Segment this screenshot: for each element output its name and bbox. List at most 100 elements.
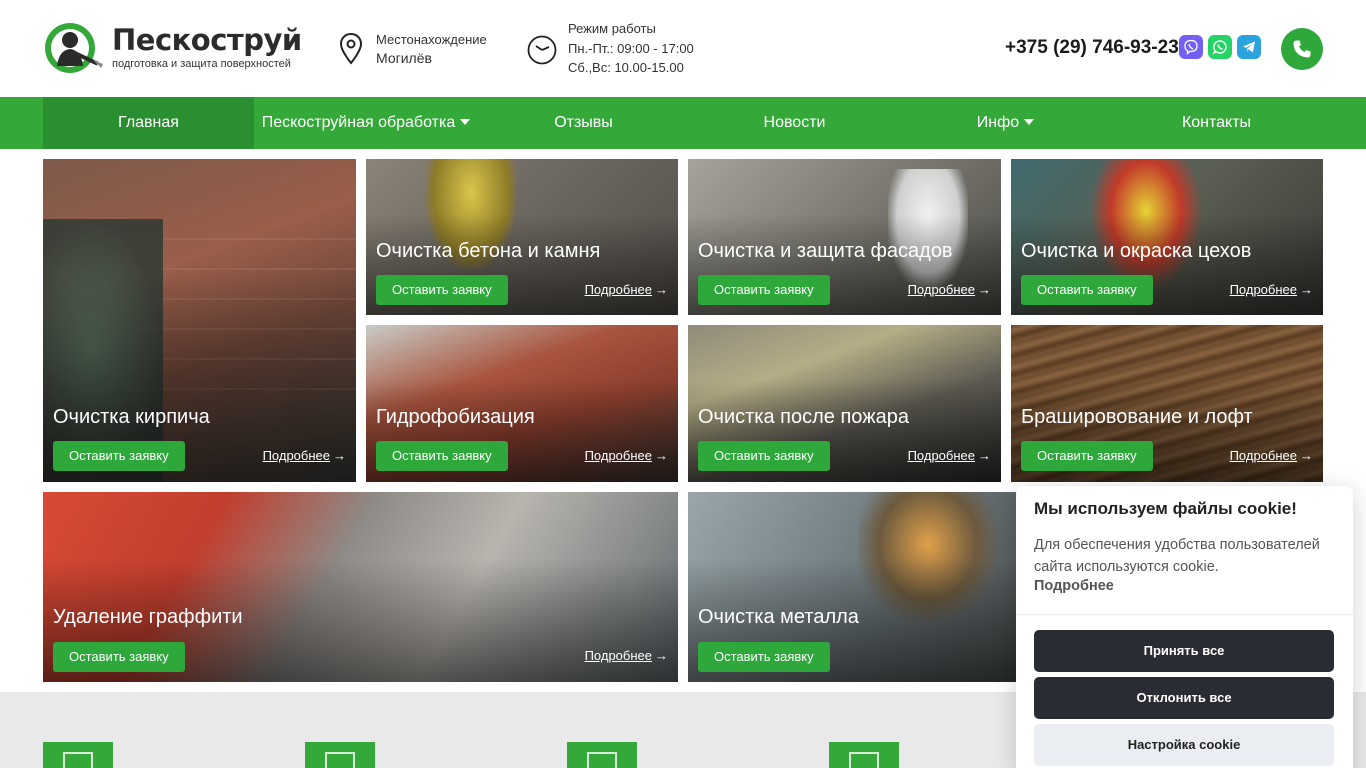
service-title: Очистка и окраска цехов bbox=[1021, 240, 1252, 262]
service-title: Очистка кирпича bbox=[53, 406, 210, 428]
more-link[interactable]: Подробнее → bbox=[1230, 282, 1313, 297]
nav-item-contacts[interactable]: Контакты bbox=[1111, 97, 1322, 149]
cookie-settings-button[interactable]: Настройка cookie bbox=[1034, 724, 1334, 766]
arrow-right-icon: → bbox=[978, 282, 991, 297]
cookie-more-link[interactable]: Подробнее bbox=[1034, 578, 1114, 594]
logo-sandblaster-icon bbox=[43, 20, 103, 74]
nav-item-label: Отзывы bbox=[554, 114, 613, 131]
logo-subtitle: подготовка и защита поверхностей bbox=[112, 58, 291, 70]
more-label: Подробнее bbox=[584, 282, 652, 297]
nav-item-label: Главная bbox=[118, 114, 179, 131]
nav-item-home[interactable]: Главная bbox=[43, 97, 254, 149]
order-button[interactable]: Оставить заявку bbox=[698, 642, 830, 672]
more-label: Подробнее bbox=[907, 448, 975, 463]
order-button[interactable]: Оставить заявку bbox=[1021, 275, 1153, 305]
nav-item-reviews[interactable]: Отзывы bbox=[478, 97, 689, 149]
hours-weekend: Сб.,Вс: 10.00-15.00 bbox=[568, 60, 684, 75]
more-label: Подробнее bbox=[1229, 282, 1297, 297]
more-link[interactable]: Подробнее → bbox=[585, 648, 668, 663]
tool-icon bbox=[587, 752, 617, 768]
logo-title: Пескоструй bbox=[112, 23, 302, 57]
nav-item-info[interactable]: Инфо bbox=[900, 97, 1111, 149]
service-title: Очистка после пожара bbox=[698, 406, 909, 428]
nav-item-label: Инфо bbox=[976, 114, 1020, 131]
feature-icon-tile bbox=[829, 742, 899, 768]
nav-item-sandblasting[interactable]: Пескоструйная обработка bbox=[254, 97, 478, 149]
cookie-title: Мы используем файлы cookie! bbox=[1034, 499, 1297, 518]
order-button[interactable]: Оставить заявку bbox=[698, 275, 830, 305]
location-block: Местонахождение Могилёв bbox=[339, 30, 487, 68]
arrow-right-icon: → bbox=[333, 448, 346, 463]
hours-weekdays: Пн.-Пт.: 09:00 - 17:00 bbox=[568, 40, 694, 56]
whatsapp-icon[interactable] bbox=[1208, 35, 1232, 59]
service-card-workshops[interactable]: Очистка и окраска цехов Оставить заявку … bbox=[1011, 159, 1323, 315]
more-link[interactable]: Подробнее → bbox=[908, 448, 991, 463]
feature-icon-tile bbox=[43, 742, 113, 768]
more-label: Подробнее bbox=[584, 448, 652, 463]
service-card-graffiti[interactable]: Удаление граффити Оставить заявку Подроб… bbox=[43, 492, 678, 682]
service-card-concrete[interactable]: Очистка бетона и камня Оставить заявку П… bbox=[366, 159, 678, 315]
messenger-links bbox=[1179, 35, 1261, 59]
nav-item-label: Новости bbox=[763, 114, 826, 131]
arrow-right-icon: → bbox=[655, 282, 668, 297]
nav-item-label: Контакты bbox=[1181, 114, 1252, 131]
feature-icon-tile bbox=[305, 742, 375, 768]
arrow-right-icon: → bbox=[655, 648, 668, 663]
screen-icon bbox=[63, 752, 93, 768]
arrow-right-icon: → bbox=[1300, 282, 1313, 297]
arrow-right-icon: → bbox=[1300, 448, 1313, 463]
viber-icon[interactable] bbox=[1179, 35, 1203, 59]
service-card-brushing[interactable]: Брашировование и лофт Оставить заявку По… bbox=[1011, 325, 1323, 482]
more-link[interactable]: Подробнее → bbox=[1230, 448, 1313, 463]
more-label: Подробнее bbox=[262, 448, 330, 463]
nav-item-label: Пескоструйная обработка bbox=[261, 114, 456, 131]
more-link[interactable]: Подробнее → bbox=[585, 282, 668, 297]
call-button[interactable] bbox=[1281, 28, 1323, 70]
order-button[interactable]: Оставить заявку bbox=[1021, 441, 1153, 471]
hours-label: Режим работы bbox=[568, 21, 656, 36]
more-label: Подробнее bbox=[1229, 448, 1297, 463]
service-title: Удаление граффити bbox=[53, 606, 243, 628]
arrow-right-icon: → bbox=[978, 448, 991, 463]
phone-icon bbox=[1293, 40, 1311, 58]
more-link[interactable]: Подробнее → bbox=[908, 282, 991, 297]
service-title: Гидрофобизация bbox=[376, 406, 535, 428]
list-icon bbox=[325, 752, 355, 768]
cookie-text: Для обеспечения удобства пользователей с… bbox=[1034, 537, 1320, 575]
working-hours-block: Режим работы Пн.-Пт.: 09:00 - 17:00 Сб.,… bbox=[527, 19, 694, 78]
feature-icon-tile bbox=[567, 742, 637, 768]
telegram-icon[interactable] bbox=[1237, 35, 1261, 59]
more-link[interactable]: Подробнее → bbox=[263, 448, 346, 463]
site-header: Пескоструй подготовка и защита поверхнос… bbox=[0, 0, 1366, 97]
service-title: Брашировование и лофт bbox=[1021, 406, 1253, 428]
order-button[interactable]: Оставить заявку bbox=[53, 441, 185, 471]
order-button[interactable]: Оставить заявку bbox=[53, 642, 185, 672]
service-card-hydrophobization[interactable]: Гидрофобизация Оставить заявку Подробнее… bbox=[366, 325, 678, 482]
map-pin-icon bbox=[339, 32, 363, 67]
order-button[interactable]: Оставить заявку bbox=[376, 275, 508, 305]
more-label: Подробнее bbox=[584, 648, 652, 663]
service-card-brick[interactable]: Очистка кирпича Оставить заявку Подробне… bbox=[43, 159, 356, 482]
location-value: Могилёв bbox=[376, 50, 432, 66]
divider bbox=[1016, 614, 1353, 615]
service-title: Очистка бетона и камня bbox=[376, 240, 601, 262]
location-label: Местонахождение bbox=[376, 32, 487, 47]
phone-number[interactable]: +375 (29) 746-93-23 bbox=[1005, 37, 1179, 59]
accept-all-button[interactable]: Принять все bbox=[1034, 630, 1334, 672]
service-title: Очистка металла bbox=[698, 606, 859, 628]
service-title: Очистка и защита фасадов bbox=[698, 240, 953, 262]
order-button[interactable]: Оставить заявку bbox=[376, 441, 508, 471]
more-label: Подробнее bbox=[907, 282, 975, 297]
logo[interactable]: Пескоструй подготовка и защита поверхнос… bbox=[43, 20, 302, 74]
nav-item-news[interactable]: Новости bbox=[689, 97, 900, 149]
more-link[interactable]: Подробнее → bbox=[585, 448, 668, 463]
caret-down-icon bbox=[460, 119, 471, 125]
arrow-right-icon: → bbox=[655, 448, 668, 463]
service-card-facades[interactable]: Очистка и защита фасадов Оставить заявку… bbox=[688, 159, 1001, 315]
reject-all-button[interactable]: Отклонить все bbox=[1034, 677, 1334, 719]
main-navigation: Главная Пескоструйная обработка Отзывы Н… bbox=[0, 97, 1366, 149]
caret-down-icon bbox=[1024, 119, 1035, 125]
order-button[interactable]: Оставить заявку bbox=[698, 441, 830, 471]
service-card-after-fire[interactable]: Очистка после пожара Оставить заявку Под… bbox=[688, 325, 1001, 482]
clock-icon bbox=[527, 35, 557, 65]
